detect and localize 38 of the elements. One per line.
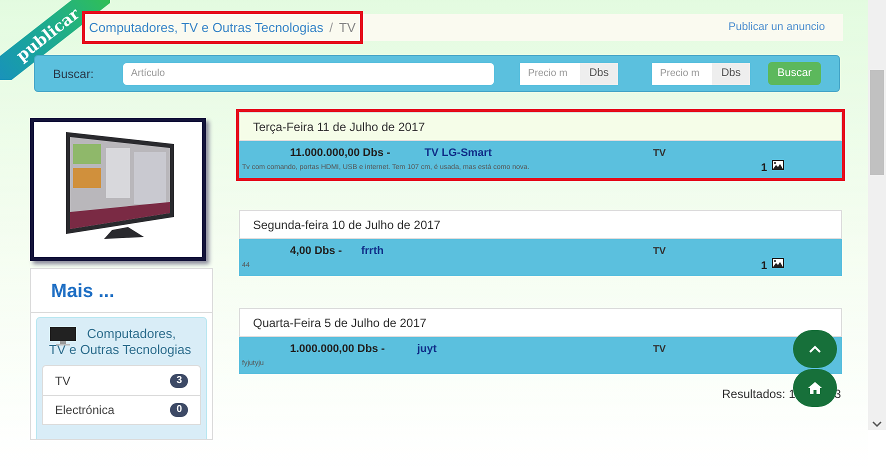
count-badge: 3 [170, 374, 188, 388]
max-price-field[interactable]: Precio m [652, 62, 712, 84]
listing-title-link[interactable]: frrth [361, 243, 384, 260]
scrollbar-thumb[interactable] [870, 70, 884, 175]
breadcrumb-link[interactable]: TV [339, 18, 356, 38]
currency-addon: Dbs [712, 62, 750, 84]
publish-ad-link[interactable]: Publicar un anuncio [728, 19, 825, 36]
currency-addon: Dbs [580, 62, 618, 84]
listing-price: 11.000.000,00 Dbs - [290, 146, 390, 161]
chevron-up-icon [809, 345, 821, 353]
home-button[interactable] [793, 369, 837, 407]
photo-count: 1 [761, 259, 768, 274]
category-item[interactable]: Electrónica [55, 401, 114, 419]
listing-date: Quarta-Feira 5 de Julho de 2017 [253, 314, 426, 332]
image-icon [772, 258, 784, 268]
listing-title-link[interactable]: TV LG-Smart [424, 145, 492, 162]
listing-date: Segunda-feira 10 de Julho de 2017 [253, 216, 440, 234]
photo-count: 1 [761, 161, 768, 176]
monitor-icon [49, 326, 77, 346]
article-field[interactable]: Artículo [123, 62, 494, 84]
category-item[interactable]: TV [55, 372, 70, 390]
breadcrumb-separator: / [329, 18, 333, 37]
listing-category: TV [653, 147, 666, 161]
listing-category: TV [653, 343, 666, 357]
min-price-field[interactable]: Precio m [520, 62, 580, 84]
search-label: Buscar: [53, 66, 95, 82]
sidebar-title: Mais ... [51, 280, 114, 304]
listing-date: Terça-Feira 11 de Julho de 2017 [253, 118, 425, 136]
listing-category: TV [653, 245, 666, 259]
listing-price: 1.000.000,00 Dbs - [290, 342, 385, 357]
listing-title-link[interactable]: juyt [417, 341, 437, 358]
count-badge: 0 [170, 403, 188, 417]
home-icon [807, 381, 823, 395]
results-count: Resultados: 1 [722, 386, 796, 403]
category-heading[interactable]: Computadores, TV e Outras Tecnologias [49, 326, 194, 358]
image-icon [772, 160, 784, 170]
scroll-down-icon[interactable] [872, 421, 882, 428]
listing-price: 4,00 Dbs - [290, 244, 342, 259]
